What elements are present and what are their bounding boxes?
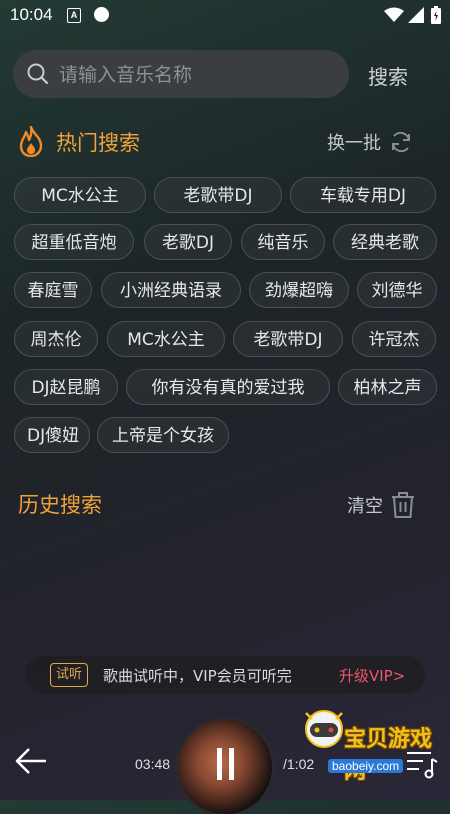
wifi-icon: [384, 7, 404, 22]
hot-tag[interactable]: 柏林之声: [338, 369, 437, 405]
hot-tag[interactable]: 老歌带DJ: [233, 321, 343, 357]
hot-tag[interactable]: 刘德华: [357, 272, 437, 308]
vip-banner-text: 歌曲试听中，VIP会员可听完: [103, 667, 292, 685]
hot-tag[interactable]: DJ赵昆鹏: [14, 369, 118, 405]
hot-tag[interactable]: 老歌带DJ: [154, 177, 282, 213]
flame-icon: [19, 125, 43, 157]
hot-tag[interactable]: 纯音乐: [241, 224, 325, 260]
pause-icon[interactable]: [217, 748, 235, 780]
vip-banner[interactable]: 试听 歌曲试听中，VIP会员可听完 升级VIP>: [25, 656, 425, 694]
upgrade-vip-link[interactable]: 升级VIP>: [339, 665, 405, 686]
notification-a-icon: A: [67, 8, 81, 23]
notification-dot-icon: [94, 7, 109, 22]
hot-tag[interactable]: 劲爆超嗨: [249, 272, 349, 308]
hot-tag[interactable]: MC水公主: [14, 177, 146, 213]
watermark-text: 宝贝游戏网: [344, 727, 433, 784]
hot-tag[interactable]: 春庭雪: [14, 272, 92, 308]
hot-tag[interactable]: MC水公主: [107, 321, 225, 357]
refresh-label: 换一批: [327, 133, 381, 154]
search-input[interactable]: [57, 59, 341, 91]
signal-icon: [408, 7, 424, 23]
watermark-url: baobeiy.com: [328, 759, 404, 773]
hot-tag[interactable]: 许冠杰: [352, 321, 436, 357]
hot-tag[interactable]: 超重低音炮: [14, 224, 134, 260]
search-button[interactable]: 搜索: [368, 61, 408, 90]
hot-tag[interactable]: 上帝是个女孩: [97, 417, 229, 453]
hot-tag[interactable]: 小洲经典语录: [101, 272, 241, 308]
status-bar: 10:04 A: [0, 0, 450, 32]
gamepad-mascot-icon: [305, 710, 343, 748]
clear-label: 清空: [347, 496, 383, 517]
hot-tag[interactable]: DJ傻妞: [14, 417, 90, 453]
clear-history-button[interactable]: 清空: [347, 491, 415, 519]
trash-icon: [392, 492, 414, 518]
hot-tag[interactable]: 周杰伦: [14, 321, 98, 357]
search-icon: [27, 63, 49, 85]
hot-tag[interactable]: 你有没有真的爱过我: [126, 369, 330, 405]
refresh-icon: [392, 131, 410, 153]
status-time: 10:04: [10, 5, 53, 24]
search-box: [13, 50, 349, 98]
history-title: 历史搜索: [18, 493, 102, 517]
battery-icon: [431, 6, 441, 24]
watermark: 宝贝游戏网 baobeiy.com: [300, 707, 450, 784]
back-arrow-icon[interactable]: [14, 746, 48, 776]
current-time: 03:48: [135, 756, 171, 772]
hot-search-title: 热门搜索: [56, 131, 140, 155]
hot-tag[interactable]: 老歌DJ: [144, 224, 232, 260]
refresh-button[interactable]: 换一批: [327, 129, 413, 155]
hot-tag[interactable]: 经典老歌: [333, 224, 437, 260]
preview-badge: 试听: [50, 663, 89, 687]
hot-tag[interactable]: 车载专用DJ: [290, 177, 436, 213]
